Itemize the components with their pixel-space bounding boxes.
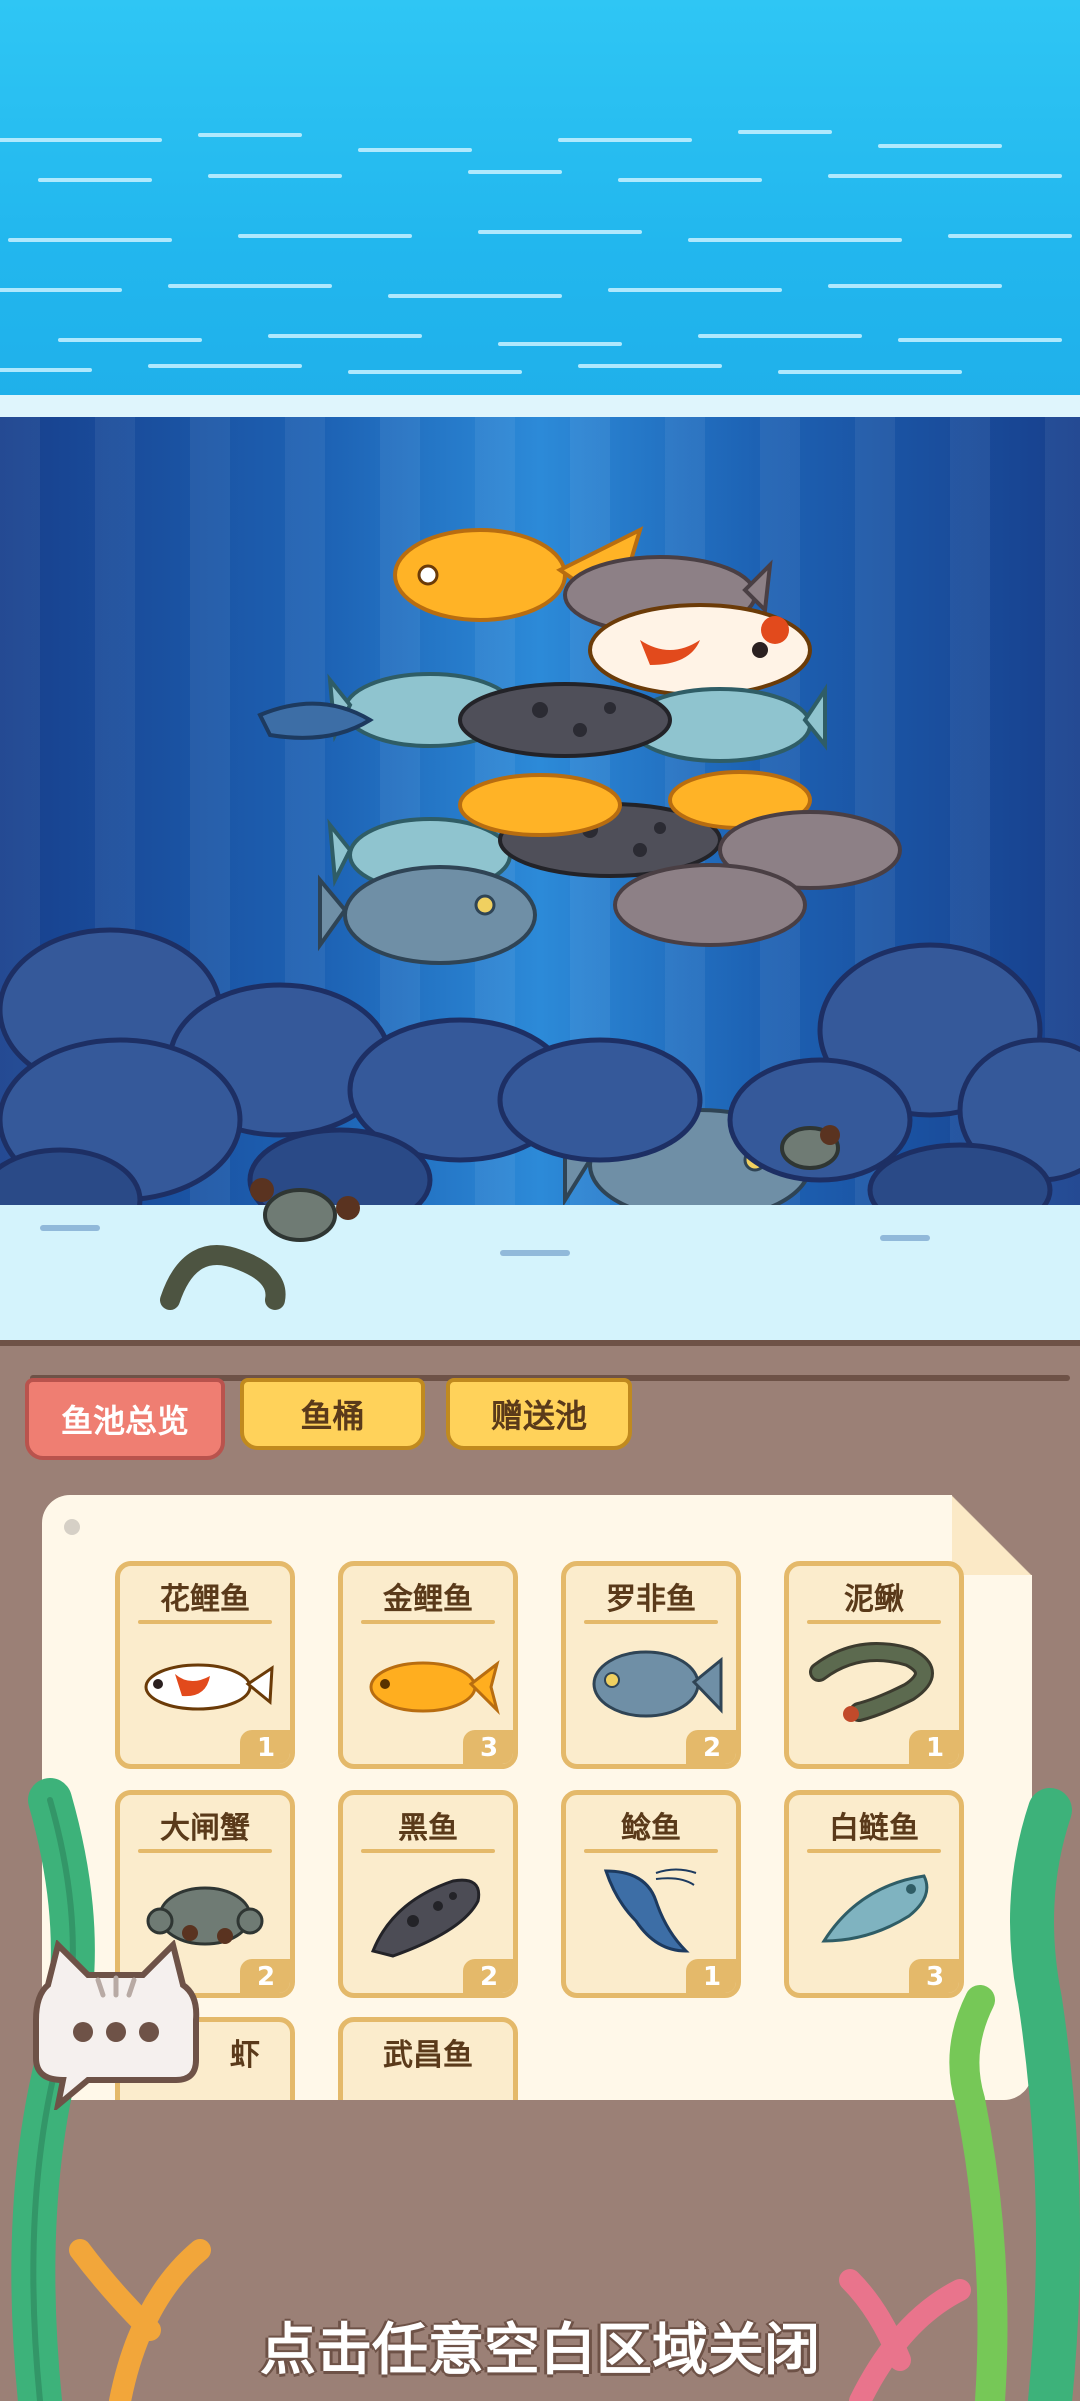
fish-name: 泥鳅 — [844, 1582, 904, 1617]
fish-name: 黑鱼 — [398, 1811, 458, 1846]
tilapia-icon — [592, 1650, 723, 1718]
rock-bed — [0, 927, 1080, 1345]
fish-count: 1 — [686, 1959, 736, 1993]
fish-name: 白鲢鱼 — [829, 1811, 919, 1846]
card-pin — [64, 1519, 80, 1535]
tab-gift-pond[interactable]: 赠送池 — [446, 1378, 632, 1450]
fish-count: 3 — [463, 1730, 513, 1764]
fish-name: 武昌鱼 — [383, 2038, 473, 2073]
tab-label: 鱼桶 — [300, 1397, 365, 1435]
cat-chat-bubble-icon[interactable] — [28, 1940, 203, 2110]
fish-name: 鲶鱼 — [621, 1811, 681, 1846]
fish-slot-snakehead[interactable]: 黑鱼 2 — [338, 1790, 518, 1998]
fish-slot-catfish[interactable]: 鲶鱼 1 — [561, 1790, 741, 1998]
fish-count: 2 — [686, 1730, 736, 1764]
page-curl — [952, 1495, 1032, 1575]
fish-slot-silver-carp[interactable]: 白鲢鱼 3 — [784, 1790, 964, 1998]
divider — [584, 1849, 718, 1853]
fish-name: 大闸蟹 — [160, 1811, 250, 1846]
fish-name: 罗非鱼 — [606, 1582, 696, 1617]
tab-label: 鱼池总览 — [60, 1402, 189, 1440]
divider — [138, 1620, 272, 1624]
fish-count: 1 — [909, 1730, 959, 1764]
goldfish-icon — [369, 1660, 500, 1715]
fish-count: 3 — [909, 1959, 959, 1993]
aquarium-scene[interactable] — [0, 0, 1080, 1345]
fish-slot-goldfish[interactable]: 金鲤鱼 3 — [338, 1561, 518, 1769]
fish-slot-loach[interactable]: 泥鳅 1 — [784, 1561, 964, 1769]
fish-slot-tilapia[interactable]: 罗非鱼 2 — [561, 1561, 741, 1769]
fish-slot-bream[interactable]: 武昌鱼 — [338, 2017, 518, 2100]
fish-count: 2 — [240, 1959, 290, 1993]
tab-pond-overview[interactable]: 鱼池总览 — [25, 1378, 225, 1460]
koi-fish-icon — [144, 1663, 274, 1711]
loach-icon — [809, 1642, 934, 1722]
tab-label: 赠送池 — [490, 1397, 587, 1435]
divider — [807, 1849, 941, 1853]
divider — [361, 1620, 495, 1624]
divider — [807, 1620, 941, 1624]
catfish-icon — [603, 1868, 697, 1953]
fish-slot-koi[interactable]: 花鲤鱼 1 — [115, 1561, 295, 1769]
tab-fish-bucket[interactable]: 鱼桶 — [240, 1378, 425, 1450]
fish-count: 2 — [463, 1959, 513, 1993]
snakehead-icon — [370, 1878, 481, 1958]
divider — [138, 1849, 272, 1853]
silver-carp-icon — [821, 1874, 929, 1943]
fish-count: 1 — [240, 1730, 290, 1764]
divider — [361, 1849, 495, 1853]
fish-name: 花鲤鱼 — [160, 1582, 250, 1617]
tap-to-close-hint[interactable]: 点击任意空白区域关闭 — [0, 2305, 1080, 2386]
fish-name: 金鲤鱼 — [383, 1582, 473, 1617]
divider — [584, 1620, 718, 1624]
